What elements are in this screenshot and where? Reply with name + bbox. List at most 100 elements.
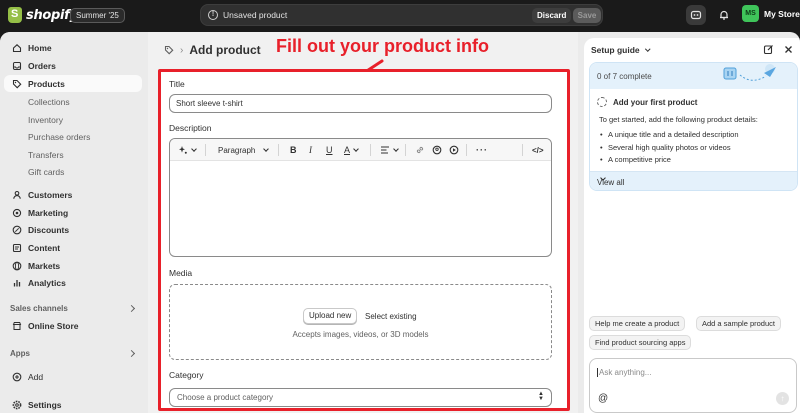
sidebar-item-products[interactable]: Products xyxy=(4,75,142,92)
title-input[interactable]: Short sleeve t-shirt xyxy=(169,94,552,113)
sidebar-item-label: Add xyxy=(28,371,44,382)
sidekick-panel: Setup guide 0 of 7 complete Add your fir… xyxy=(584,38,800,413)
more-options-icon[interactable]: ··· xyxy=(476,144,488,156)
italic-button[interactable]: I xyxy=(309,144,312,156)
code-view-icon[interactable]: </> xyxy=(532,144,544,156)
paragraph-label: Paragraph xyxy=(218,145,256,155)
select-existing-link[interactable]: Select existing xyxy=(365,312,417,321)
save-button[interactable]: Save xyxy=(573,8,601,23)
target-icon xyxy=(12,208,22,217)
sidebar-item-marketing[interactable]: Marketing xyxy=(4,204,142,221)
sidebar-item-add-app[interactable]: Add xyxy=(4,368,142,385)
chevron-down-icon xyxy=(644,46,650,52)
ai-generate-button[interactable] xyxy=(178,144,197,156)
close-icon[interactable] xyxy=(783,44,794,55)
sidebar-item-customers[interactable]: Customers xyxy=(4,186,142,203)
text-color-label: A xyxy=(344,145,351,155)
ask-input[interactable]: Ask anything... xyxy=(597,368,652,378)
underline-button[interactable]: U xyxy=(326,144,333,156)
send-arrow-icon[interactable]: ↑ xyxy=(776,392,789,405)
description-editor[interactable]: Paragraph B I U A ··· </> xyxy=(169,138,552,257)
sidebar-item-inventory[interactable]: Inventory xyxy=(4,111,142,128)
edition-badge[interactable]: Summer '25 xyxy=(70,8,125,23)
progress-text: 0 of 7 complete xyxy=(597,72,652,81)
apps-heading[interactable]: Apps xyxy=(10,349,138,358)
tag-icon[interactable] xyxy=(164,45,174,55)
ask-placeholder: Ask anything... xyxy=(599,368,652,377)
store-name: My Store xyxy=(764,8,800,19)
image-icon xyxy=(432,145,442,155)
sidebar-item-purchase-orders[interactable]: Purchase orders xyxy=(4,128,142,145)
discard-button[interactable]: Discard xyxy=(532,8,572,23)
link-button[interactable] xyxy=(415,144,425,156)
sidebar-item-analytics[interactable]: Analytics xyxy=(4,274,142,291)
text-color-button[interactable]: A xyxy=(344,144,359,156)
breadcrumb: › Add product xyxy=(164,43,261,57)
store-menu[interactable]: MS My Store xyxy=(742,5,800,22)
paragraph-style-select[interactable]: Paragraph xyxy=(218,144,270,156)
upload-new-button[interactable]: Upload new xyxy=(303,308,358,324)
suggestion-chip[interactable]: Help me create a product xyxy=(589,316,686,331)
text-cursor xyxy=(597,368,598,378)
bold-button[interactable]: B xyxy=(290,144,297,156)
sidebar-item-label: Purchase orders xyxy=(28,131,91,142)
sidebar-item-collections[interactable]: Collections xyxy=(4,93,142,110)
sidebar-item-transfers[interactable]: Transfers xyxy=(4,146,142,163)
media-dropzone[interactable]: Upload new Select existing Accepts image… xyxy=(169,284,552,360)
chevron-down-icon xyxy=(191,146,197,152)
content-icon xyxy=(12,243,22,252)
sidekick-icon xyxy=(690,10,702,20)
task-title[interactable]: Add your first product xyxy=(613,98,697,107)
shopify-logo[interactable]: shopify xyxy=(8,7,78,23)
sidebar-item-gift-cards[interactable]: Gift cards xyxy=(4,163,142,180)
sidebar-item-orders[interactable]: Orders xyxy=(4,57,142,74)
setup-guide-dropdown[interactable]: Setup guide xyxy=(591,45,650,55)
unsaved-text: Unsaved product xyxy=(223,10,288,20)
panel-title: Setup guide xyxy=(591,45,640,55)
task-status-icon[interactable] xyxy=(597,97,607,107)
list-item: A competitive price xyxy=(599,154,739,167)
sidebar-item-label: Analytics xyxy=(28,277,66,288)
sidebar-item-settings[interactable]: Settings xyxy=(4,396,142,413)
product-form-card: Title Short sleeve t-shirt Description P… xyxy=(158,69,570,411)
sidebar-item-label: Discounts xyxy=(28,224,70,235)
task-description: To get started, add the following produc… xyxy=(599,115,758,124)
view-all-button[interactable]: View all xyxy=(590,171,797,190)
store-avatar: MS xyxy=(742,5,759,22)
play-circle-icon xyxy=(449,145,459,155)
sidebar-item-label: Customers xyxy=(28,189,73,200)
sidebar-item-content[interactable]: Content xyxy=(4,239,142,256)
category-select[interactable]: Choose a product category ▲ ▼ xyxy=(169,388,552,407)
sidebar-item-label: Settings xyxy=(28,399,62,410)
suggestion-chip[interactable]: Add a sample product xyxy=(696,316,781,331)
sidebar-item-label: Home xyxy=(28,42,52,53)
setup-guide-card: 0 of 7 complete Add your first product T… xyxy=(589,62,798,191)
sidebar-item-discounts[interactable]: Discounts xyxy=(4,221,142,238)
suggestion-chip[interactable]: Find product sourcing apps xyxy=(589,335,692,350)
insert-image-button[interactable] xyxy=(432,144,442,156)
sidebar-item-home[interactable]: Home xyxy=(4,39,142,56)
align-button[interactable] xyxy=(380,144,399,156)
chart-icon xyxy=(13,279,21,286)
sidebar-item-label: Marketing xyxy=(28,207,69,218)
description-label: Description xyxy=(169,123,212,133)
sidebar-item-label: Collections xyxy=(28,96,70,107)
inbox-icon xyxy=(12,61,22,70)
sidekick-button[interactable] xyxy=(686,5,706,25)
mention-button[interactable]: @ xyxy=(598,393,608,404)
guide-illustration-icon xyxy=(723,64,776,81)
sidebar-item-online-store[interactable]: Online Store xyxy=(4,317,142,334)
sales-channels-heading[interactable]: Sales channels xyxy=(10,304,138,313)
breadcrumb-separator: › xyxy=(180,44,184,56)
insert-video-button[interactable] xyxy=(449,144,459,156)
sidebar-item-markets[interactable]: Markets xyxy=(4,257,142,274)
chevron-down-icon xyxy=(353,146,359,152)
task-bullets: A unique title and a detailed descriptio… xyxy=(599,129,739,167)
apps-label: Apps xyxy=(10,349,30,358)
chevron-right-icon xyxy=(127,304,136,313)
toolbar-divider xyxy=(466,144,467,156)
gear-icon xyxy=(12,400,22,409)
sidebar-item-label: Products xyxy=(28,78,65,89)
compose-icon[interactable] xyxy=(763,44,774,55)
notifications-button[interactable] xyxy=(714,5,734,25)
